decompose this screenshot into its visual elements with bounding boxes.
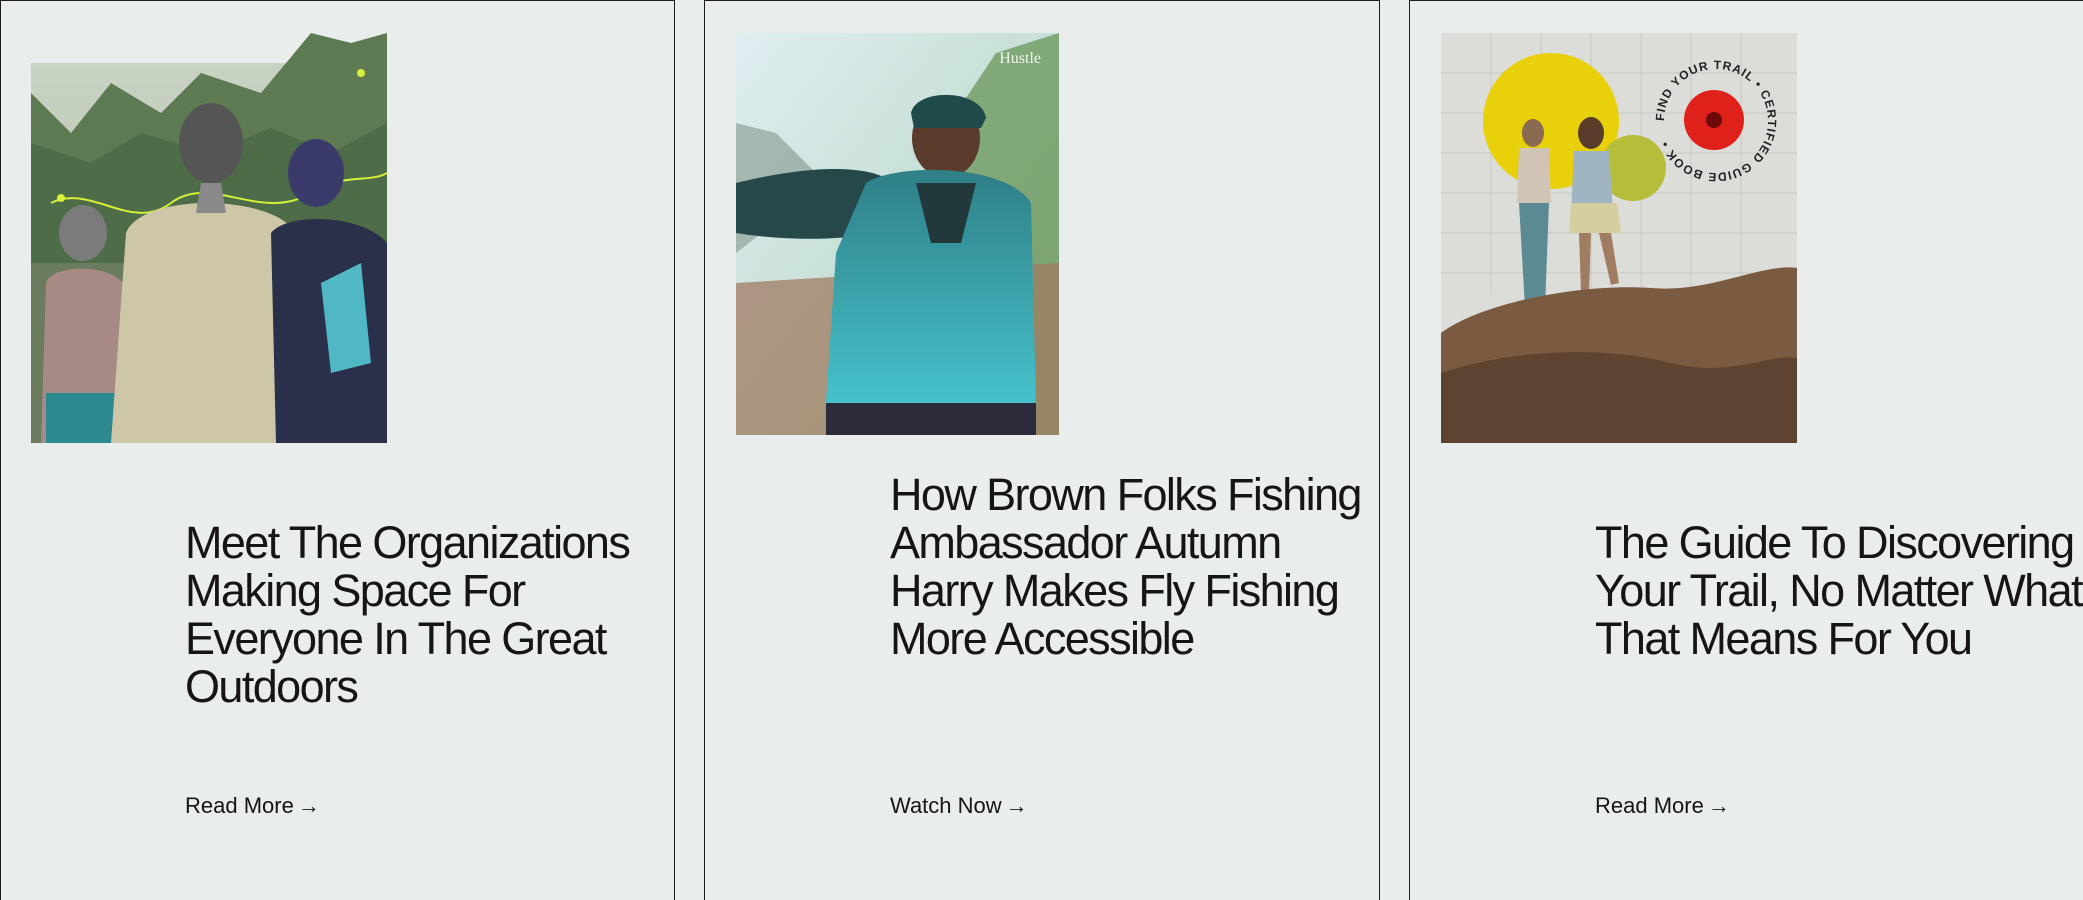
cta-label: Read More bbox=[1595, 793, 1704, 818]
article-card[interactable]: Hustle How Brown Folks Fishing Ambassado… bbox=[704, 0, 1380, 900]
card-image[interactable]: FIND YOUR TRAIL • CERTIFIED GUIDE BOOK • bbox=[1441, 33, 1797, 443]
article-card[interactable]: Meet The Organizations Making Space For … bbox=[0, 0, 675, 900]
article-title[interactable]: The Guide To Discovering Your Trail, No … bbox=[1595, 519, 2083, 663]
card-image[interactable] bbox=[31, 33, 387, 443]
card-image[interactable]: Hustle bbox=[736, 33, 1059, 435]
article-title[interactable]: How Brown Folks Fishing Ambassador Autum… bbox=[890, 471, 1370, 663]
article-card[interactable]: FIND YOUR TRAIL • CERTIFIED GUIDE BOOK •… bbox=[1409, 0, 2083, 900]
guidebook-collage-photo-icon: FIND YOUR TRAIL • CERTIFIED GUIDE BOOK • bbox=[1441, 33, 1797, 443]
arrow-right-icon: → bbox=[1005, 793, 1028, 818]
arrow-right-icon: → bbox=[1707, 793, 1730, 818]
cta-label: Watch Now bbox=[890, 793, 1002, 818]
arrow-right-icon: → bbox=[297, 793, 320, 818]
read-more-link[interactable]: Read More → bbox=[185, 793, 320, 819]
hikers-group-photo-icon bbox=[31, 33, 387, 443]
article-title[interactable]: Meet The Organizations Making Space For … bbox=[185, 519, 665, 711]
read-more-link[interactable]: Read More → bbox=[1595, 793, 1730, 819]
watch-now-link[interactable]: Watch Now → bbox=[890, 793, 1028, 819]
cta-label: Read More bbox=[185, 793, 294, 818]
article-card-grid: Meet The Organizations Making Space For … bbox=[0, 0, 2083, 900]
image-watermark: Hustle bbox=[999, 50, 1041, 67]
video-still-photo-icon: Hustle bbox=[736, 33, 1059, 435]
